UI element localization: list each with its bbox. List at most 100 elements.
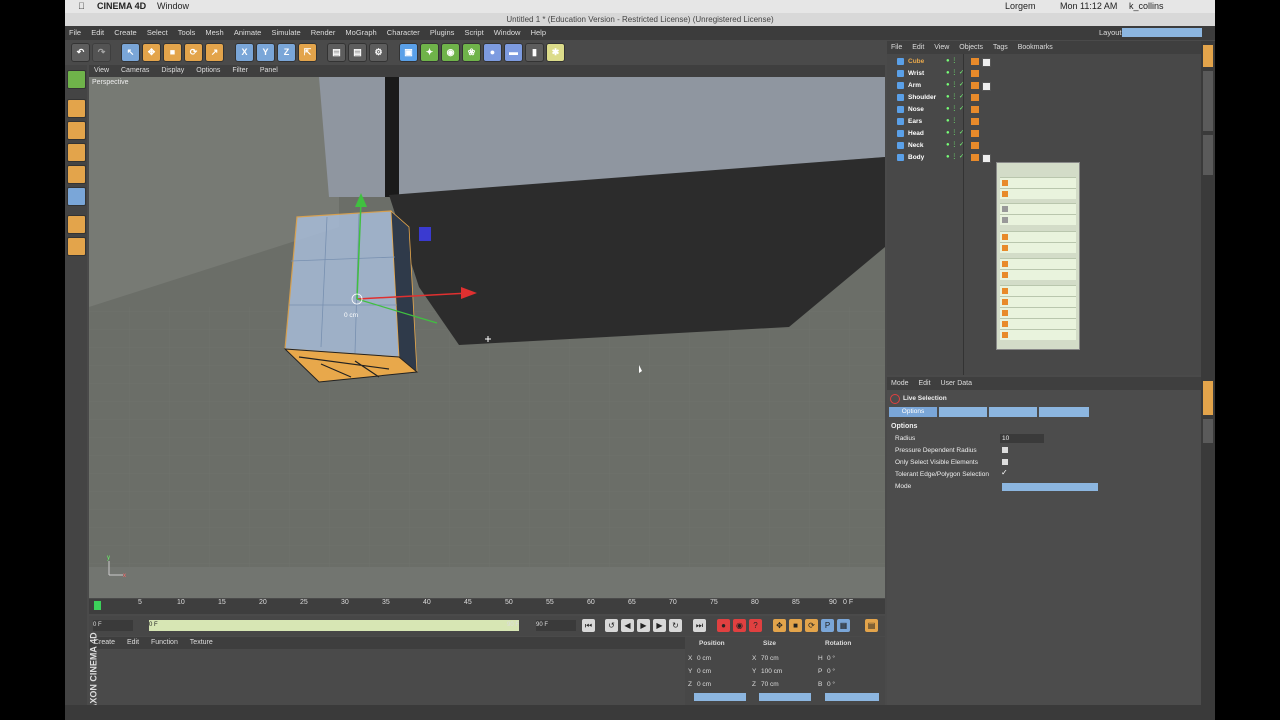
clock[interactable]: Mon 11:12 AM — [1060, 0, 1117, 13]
phong-tag-icon[interactable] — [971, 142, 979, 149]
cube-primitive-icon[interactable]: ▣ — [399, 43, 418, 62]
x-axis-icon[interactable]: X — [235, 43, 254, 62]
phong-tag-icon[interactable] — [971, 106, 979, 113]
rot-b-field[interactable]: 0 ° — [827, 679, 835, 690]
phong-tag-icon[interactable] — [971, 82, 979, 89]
side-tab-layers[interactable] — [1203, 419, 1213, 443]
menu-item[interactable] — [1000, 231, 1076, 242]
pressure-checkbox[interactable] — [1002, 447, 1008, 453]
menu-character[interactable]: Character — [387, 26, 420, 40]
phong-tag-icon[interactable] — [971, 154, 979, 161]
make-editable-icon[interactable] — [67, 70, 86, 89]
size-mode-dropdown[interactable] — [759, 693, 811, 701]
visibility-dots-icon[interactable]: ● ⋮ ✓ — [946, 104, 964, 115]
tab-2[interactable] — [939, 407, 987, 417]
pos-z-field[interactable]: 0 cm — [697, 679, 711, 690]
menu-simulate[interactable]: Simulate — [271, 26, 300, 40]
om-menu-edit[interactable]: Edit — [912, 41, 924, 54]
om-menu-tags[interactable]: Tags — [993, 41, 1008, 54]
phong-tag-icon[interactable] — [971, 118, 979, 125]
viewport-menu-cameras[interactable]: Cameras — [121, 65, 149, 77]
menu-create[interactable]: Create — [114, 26, 137, 40]
menu-render[interactable]: Render — [311, 26, 336, 40]
menu-item[interactable] — [1000, 203, 1076, 214]
menu-edit[interactable]: Edit — [91, 26, 104, 40]
tolerant-check-icon[interactable]: ✓ — [1001, 468, 1008, 477]
tab-options[interactable]: Options — [889, 407, 937, 417]
rotate-icon[interactable]: ⟳ — [184, 43, 203, 62]
z-axis-handle[interactable] — [419, 227, 431, 241]
perspective-viewport[interactable]: 0 cm y x Perspective — [89, 77, 885, 598]
spline-icon[interactable]: ✦ — [420, 43, 439, 62]
y-axis-icon[interactable]: Y — [256, 43, 275, 62]
previous-key-icon[interactable]: ↺ — [605, 619, 618, 632]
om-menu-view[interactable]: View — [934, 41, 949, 54]
scale-icon[interactable]: ■ — [163, 43, 182, 62]
array-icon[interactable]: ❀ — [462, 43, 481, 62]
phong-tag-icon[interactable] — [971, 94, 979, 101]
om-menu-file[interactable]: File — [891, 41, 902, 54]
menu-item[interactable] — [1000, 285, 1076, 296]
visibility-dots-icon[interactable]: ● ⋮ ✓ — [946, 140, 964, 151]
at-menu-user-data[interactable]: User Data — [940, 377, 972, 390]
menu-select[interactable]: Select — [147, 26, 168, 40]
texture-tag-icon[interactable] — [982, 82, 991, 91]
pos-x-field[interactable]: 0 cm — [697, 653, 711, 664]
render-settings-icon[interactable]: ⚙ — [369, 43, 388, 62]
menu-file[interactable]: File — [69, 26, 81, 40]
rot-p-field[interactable]: 0 ° — [827, 666, 835, 677]
visibility-dots-icon[interactable]: ● ⋮ ✓ — [946, 92, 964, 103]
record-position-icon[interactable]: ✥ — [773, 619, 786, 632]
material-menu-edit[interactable]: Edit — [127, 637, 139, 649]
radius-field[interactable]: 10 — [1000, 434, 1044, 443]
record-parameter-icon[interactable]: P — [821, 619, 834, 632]
render-view-icon[interactable]: ▤ — [327, 43, 346, 62]
recent-tools-icon[interactable]: ↗ — [205, 43, 224, 62]
previous-frame-icon[interactable]: ◀ — [621, 619, 634, 632]
menu-tools[interactable]: Tools — [178, 26, 196, 40]
phong-tag-icon[interactable] — [971, 70, 979, 77]
redo-icon[interactable]: ↷ — [92, 43, 111, 62]
playhead[interactable] — [94, 601, 101, 610]
menu-item[interactable] — [1000, 329, 1076, 340]
edges-mode-icon[interactable] — [67, 165, 86, 184]
material-menu-function[interactable]: Function — [151, 637, 178, 649]
menu-animate[interactable]: Animate — [234, 26, 262, 40]
coordinate-system-icon[interactable]: ⇱ — [298, 43, 317, 62]
apply-button[interactable] — [825, 693, 879, 701]
polygons-mode-icon[interactable] — [67, 187, 86, 206]
visibility-dots-icon[interactable]: ● ⋮ ✓ — [946, 152, 964, 163]
side-tab-content-browser[interactable] — [1203, 71, 1213, 131]
next-frame-icon[interactable]: ▶ — [653, 619, 666, 632]
viewport-menu-options[interactable]: Options — [196, 65, 220, 77]
size-x-field[interactable]: 70 cm — [761, 653, 779, 664]
timeline-ruler[interactable]: 5 10 15 20 25 30 35 40 45 50 55 60 65 70… — [89, 599, 885, 614]
viewport-menu-view[interactable]: View — [94, 65, 109, 77]
menu-window[interactable]: Window — [494, 26, 521, 40]
menu-plugins[interactable]: Plugins — [430, 26, 455, 40]
material-manager-area[interactable] — [89, 649, 685, 705]
texture-tag-icon[interactable] — [982, 154, 991, 163]
texture-mode-icon[interactable] — [67, 121, 86, 140]
phong-tag-icon[interactable] — [971, 58, 979, 65]
visibility-dots-icon[interactable]: ● ⋮ ✓ — [946, 68, 964, 79]
camera-icon[interactable]: ▮ — [525, 43, 544, 62]
light-icon[interactable]: ✱ — [546, 43, 565, 62]
menu-help[interactable]: Help — [531, 26, 546, 40]
visibility-dots-icon[interactable]: ● ⋮ — [946, 116, 957, 127]
size-y-field[interactable]: 100 cm — [761, 666, 782, 677]
app-name[interactable]: CINEMA 4D — [97, 0, 146, 13]
play-icon[interactable]: ▶ — [637, 619, 650, 632]
keyframe-selection-icon[interactable]: ? — [749, 619, 762, 632]
phong-tag-icon[interactable] — [971, 130, 979, 137]
layout-dropdown[interactable] — [1122, 28, 1202, 37]
window-menu[interactable]: Window — [157, 0, 189, 13]
viewport-menu-display[interactable]: Display — [161, 65, 184, 77]
object-row-ears[interactable]: Ears ● ⋮ — [889, 116, 1201, 127]
language-indicator[interactable]: Lorgem — [1005, 0, 1036, 13]
tab-4[interactable] — [1039, 407, 1089, 417]
object-row-neck[interactable]: Neck ● ⋮ ✓ — [889, 140, 1201, 151]
autokey-icon[interactable]: ◉ — [733, 619, 746, 632]
z-axis-icon[interactable]: Z — [277, 43, 296, 62]
next-key-icon[interactable]: ↻ — [669, 619, 682, 632]
